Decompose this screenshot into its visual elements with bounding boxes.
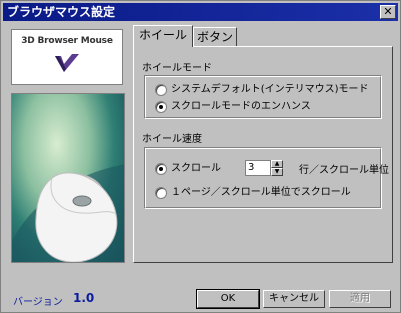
scroll-lines-input[interactable]: 3	[245, 160, 271, 176]
version-label: バージョン	[13, 297, 63, 308]
version-value: 1.0	[73, 291, 95, 305]
logo: 3D Browser Mouse	[11, 29, 123, 85]
cancel-button[interactable]: キャンセル	[263, 290, 325, 308]
dialog-window: ブラウザマウス設定 ✕ 3D Browser Mouse ホイール ボタン ホイ…	[0, 0, 401, 313]
speed-scroll-label: スクロール	[171, 163, 221, 174]
tab-wheel[interactable]: ホイール	[133, 25, 193, 47]
window-title: ブラウザマウス設定	[7, 5, 116, 19]
mode-enhanced-option[interactable]: スクロールモードのエンハンス	[155, 100, 375, 114]
mode-enhanced-label: スクロールモードのエンハンス	[171, 101, 311, 112]
tab-button[interactable]: ボタン	[193, 27, 237, 47]
tab-wheel-label: ホイール	[138, 28, 187, 42]
mouse-icon	[12, 164, 124, 262]
speed-page-radio[interactable]	[155, 187, 167, 199]
tab-button-label: ボタン	[196, 30, 233, 44]
logo-mark-icon	[55, 54, 79, 72]
mode-default-label: システムデフォルト(インテリマウス)モード	[171, 84, 369, 95]
apply-button[interactable]: 適用	[329, 290, 391, 308]
mode-default-option[interactable]: システムデフォルト(インテリマウス)モード	[155, 83, 375, 97]
wheel-panel: ホイールモード システムデフォルト(インテリマウス)モード スクロールモードのエ…	[133, 46, 393, 263]
speed-scroll-option[interactable]: スクロール	[155, 162, 235, 176]
wheel-mode-heading: ホイールモード	[142, 63, 212, 74]
stepper-up-icon[interactable]: ▲	[271, 160, 283, 168]
title-bar[interactable]: ブラウザマウス設定 ✕	[3, 3, 398, 21]
speed-scroll-radio[interactable]	[155, 163, 167, 175]
speed-page-label: １ページ／スクロール単位でスクロール	[171, 187, 351, 198]
logo-text: 3D Browser Mouse	[21, 36, 113, 46]
mouse-illustration	[11, 93, 125, 263]
wheel-speed-heading: ホイール速度	[142, 134, 202, 145]
mode-default-radio[interactable]	[155, 84, 167, 96]
stepper-down-icon[interactable]: ▼	[271, 168, 283, 176]
wheel-speed-group: スクロール 3 ▲ ▼ 行／スクロール単位 １ページ／スクロール単位でスクロール	[144, 147, 389, 209]
mode-enhanced-radio[interactable]	[155, 101, 167, 113]
scroll-unit-label: 行／スクロール単位	[299, 165, 389, 176]
speed-page-option[interactable]: １ページ／スクロール単位でスクロール	[155, 186, 375, 200]
scroll-lines-stepper[interactable]: 3 ▲ ▼	[245, 160, 283, 176]
ok-button[interactable]: OK	[196, 289, 260, 309]
wheel-mode-group: システムデフォルト(インテリマウス)モード スクロールモードのエンハンス	[144, 75, 382, 119]
close-button[interactable]: ✕	[380, 5, 396, 19]
